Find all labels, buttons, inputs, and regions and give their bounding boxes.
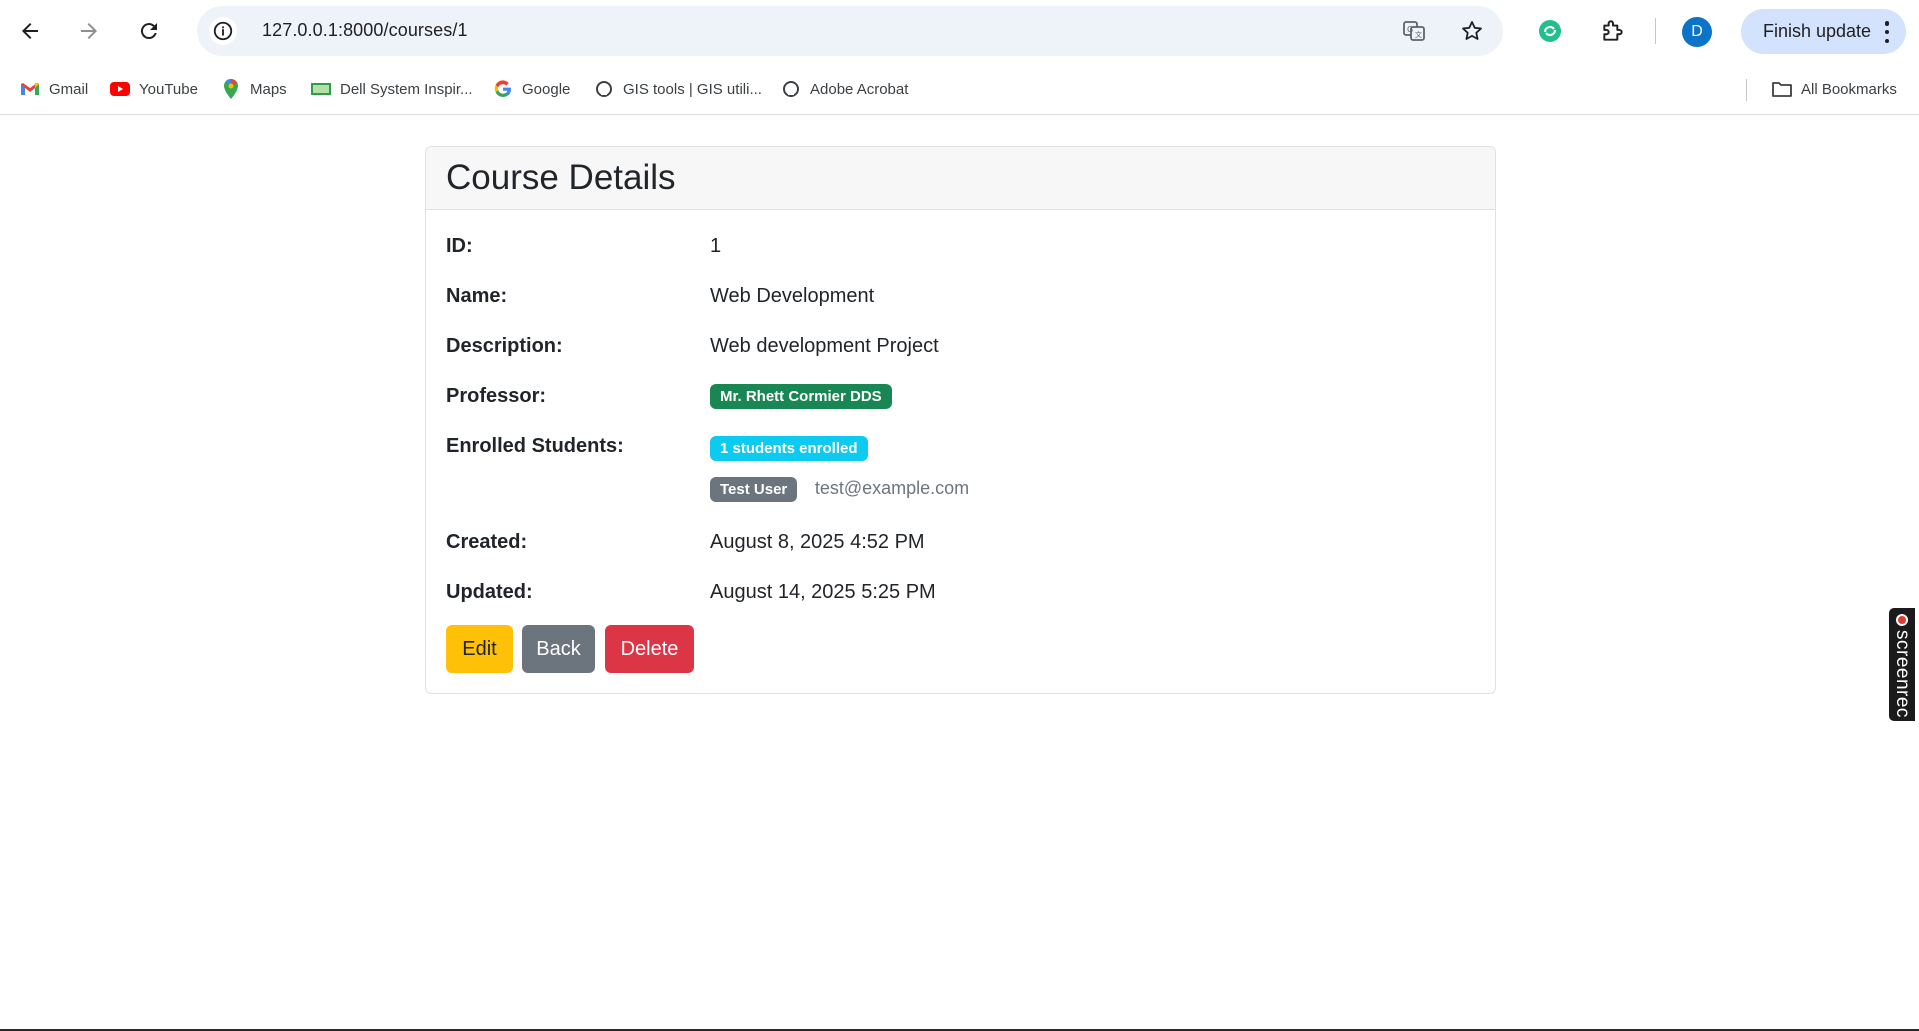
created-value: August 8, 2025 4:52 PM (710, 531, 925, 553)
bookmarks-bar: Gmail YouTube Maps Dell System Inspir...… (0, 63, 1919, 115)
bookmark-dell[interactable]: Dell System Inspir... (311, 77, 473, 101)
finish-update-label: Finish update (1763, 21, 1872, 41)
all-bookmarks-button[interactable]: All Bookmarks (1772, 77, 1897, 101)
github-icon (594, 79, 614, 99)
page-title: Course Details (446, 158, 676, 197)
id-label: ID: (446, 235, 473, 257)
screenrec-label: screenrec (1892, 630, 1913, 718)
id-value: 1 (710, 235, 722, 257)
finish-update-button[interactable]: Finish update (1741, 9, 1906, 54)
address-bar[interactable]: 127.0.0.1:8000/courses/1 G文 (197, 6, 1503, 56)
student-entry: Test User test@example.com (710, 477, 969, 502)
site-info-icon[interactable] (209, 17, 237, 45)
screenrec-tab[interactable]: screenrec (1889, 608, 1915, 721)
course-details-card: Course Details ID: 1 Name: Web Developme… (425, 146, 1496, 694)
extensions-puzzle-icon[interactable] (1598, 16, 1628, 46)
description-value: Web development Project (710, 335, 939, 357)
professor-cell: Mr. Rhett Cormier DDS (710, 384, 892, 409)
browser-toolbar: 127.0.0.1:8000/courses/1 G文 D Finish upd… (0, 0, 1919, 63)
bookmark-adobe-acrobat[interactable]: Adobe Acrobat (781, 77, 908, 101)
bookmark-google[interactable]: Google (493, 77, 570, 101)
created-label: Created: (446, 531, 528, 553)
bookmark-youtube[interactable]: YouTube (110, 77, 198, 101)
gmail-icon (20, 79, 40, 99)
edit-button[interactable]: Edit (446, 625, 513, 673)
extension-green-icon[interactable] (1535, 16, 1565, 46)
arrow-right-icon (81, 23, 97, 39)
reload-icon (140, 23, 157, 40)
bookmark-label: Adobe Acrobat (810, 80, 909, 98)
all-bookmarks-label: All Bookmarks (1801, 80, 1897, 98)
bookmark-gis-tools[interactable]: GIS tools | GIS utili... (594, 77, 762, 101)
avatar-letter: D (1691, 23, 1703, 40)
enrolled-label: Enrolled Students: (446, 435, 624, 457)
svg-text:G: G (1407, 25, 1413, 34)
translate-icon[interactable]: G文 (1402, 19, 1426, 43)
updated-value: August 14, 2025 5:25 PM (710, 581, 936, 603)
bookmark-maps[interactable]: Maps (221, 77, 287, 101)
enrolled-cell: 1 students enrolled (710, 436, 868, 461)
professor-label: Professor: (446, 385, 547, 407)
reload-button[interactable] (130, 12, 168, 50)
back-nav-button[interactable] (11, 12, 49, 50)
profile-avatar[interactable]: D (1682, 17, 1712, 47)
google-icon (493, 79, 513, 99)
youtube-icon (110, 79, 130, 99)
card-header: Course Details (426, 147, 1495, 210)
bookmark-label: Gmail (49, 80, 89, 98)
more-vert-icon (1884, 21, 1890, 43)
record-icon (1896, 614, 1908, 626)
bookmark-label: GIS tools | GIS utili... (623, 80, 762, 98)
description-label: Description: (446, 335, 563, 357)
name-value: Web Development (710, 285, 875, 307)
bookmarks-divider (1746, 79, 1747, 101)
bookmark-gmail[interactable]: Gmail (20, 77, 88, 101)
dell-icon (311, 79, 331, 99)
maps-icon (221, 79, 241, 99)
delete-button[interactable]: Delete (605, 625, 694, 673)
updated-label: Updated: (446, 581, 533, 603)
svg-text:文: 文 (1415, 30, 1422, 39)
github-icon (781, 79, 801, 99)
bookmark-star-icon[interactable] (1460, 19, 1484, 43)
student-name-badge: Test User (710, 477, 798, 502)
bookmark-label: YouTube (139, 80, 198, 98)
url-text[interactable]: 127.0.0.1:8000/courses/1 (262, 20, 468, 41)
arrow-left-icon (22, 23, 38, 39)
enrolled-count-badge: 1 students enrolled (710, 436, 868, 461)
bookmark-label: Google (522, 80, 571, 98)
student-email: test@example.com (814, 478, 970, 498)
bookmark-label: Dell System Inspir... (340, 80, 473, 98)
toolbar-divider (1655, 18, 1656, 44)
professor-badge: Mr. Rhett Cormier DDS (710, 384, 892, 409)
bookmark-label: Maps (250, 80, 287, 98)
forward-nav-button[interactable] (70, 12, 108, 50)
folder-icon (1772, 79, 1792, 99)
back-button[interactable]: Back (522, 625, 595, 673)
name-label: Name: (446, 285, 508, 307)
